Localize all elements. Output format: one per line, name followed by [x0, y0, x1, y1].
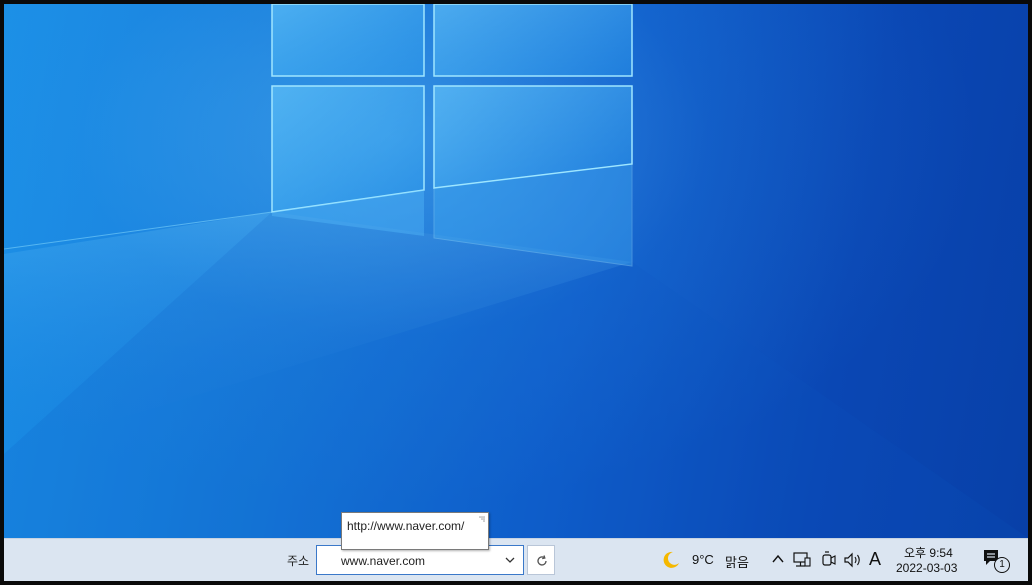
- refresh-button[interactable]: [527, 545, 555, 575]
- taskbar: 주소 www.naver.com 9°C 맑음 A 오후 9:54 2022-0…: [4, 538, 1028, 581]
- address-input-value: www.naver.com: [341, 554, 426, 568]
- action-center-button[interactable]: 1: [982, 548, 1016, 574]
- desktop-wallpaper[interactable]: [4, 4, 1028, 538]
- refresh-icon: [537, 555, 547, 566]
- moon-icon[interactable]: [661, 550, 681, 570]
- ime-mode-indicator[interactable]: A: [869, 549, 881, 570]
- meet-now-icon[interactable]: [820, 551, 836, 569]
- screen-frame: 주소 www.naver.com 9°C 맑음 A 오후 9:54 2022-0…: [0, 0, 1032, 585]
- weather-condition[interactable]: 맑음: [725, 552, 749, 571]
- notification-count-badge: 1: [994, 557, 1010, 573]
- url-tooltip: http://www.naver.com/: [341, 512, 489, 550]
- resize-grip-icon: [479, 516, 485, 522]
- speaker-icon[interactable]: [843, 552, 863, 568]
- windows-logo-wallpaper: [4, 4, 1028, 538]
- tooltip-url-text: http://www.naver.com/: [347, 519, 465, 533]
- address-toolbar-label: 주소: [287, 554, 310, 568]
- clock-date[interactable]: 2022-03-03: [896, 561, 957, 575]
- notification-count: 1: [999, 559, 1005, 570]
- network-icon[interactable]: [793, 552, 811, 568]
- chevron-down-icon[interactable]: [503, 553, 517, 567]
- clock-time[interactable]: 오후 9:54: [904, 544, 953, 561]
- weather-temperature[interactable]: 9°C: [692, 552, 714, 567]
- chevron-up-icon[interactable]: [771, 553, 785, 565]
